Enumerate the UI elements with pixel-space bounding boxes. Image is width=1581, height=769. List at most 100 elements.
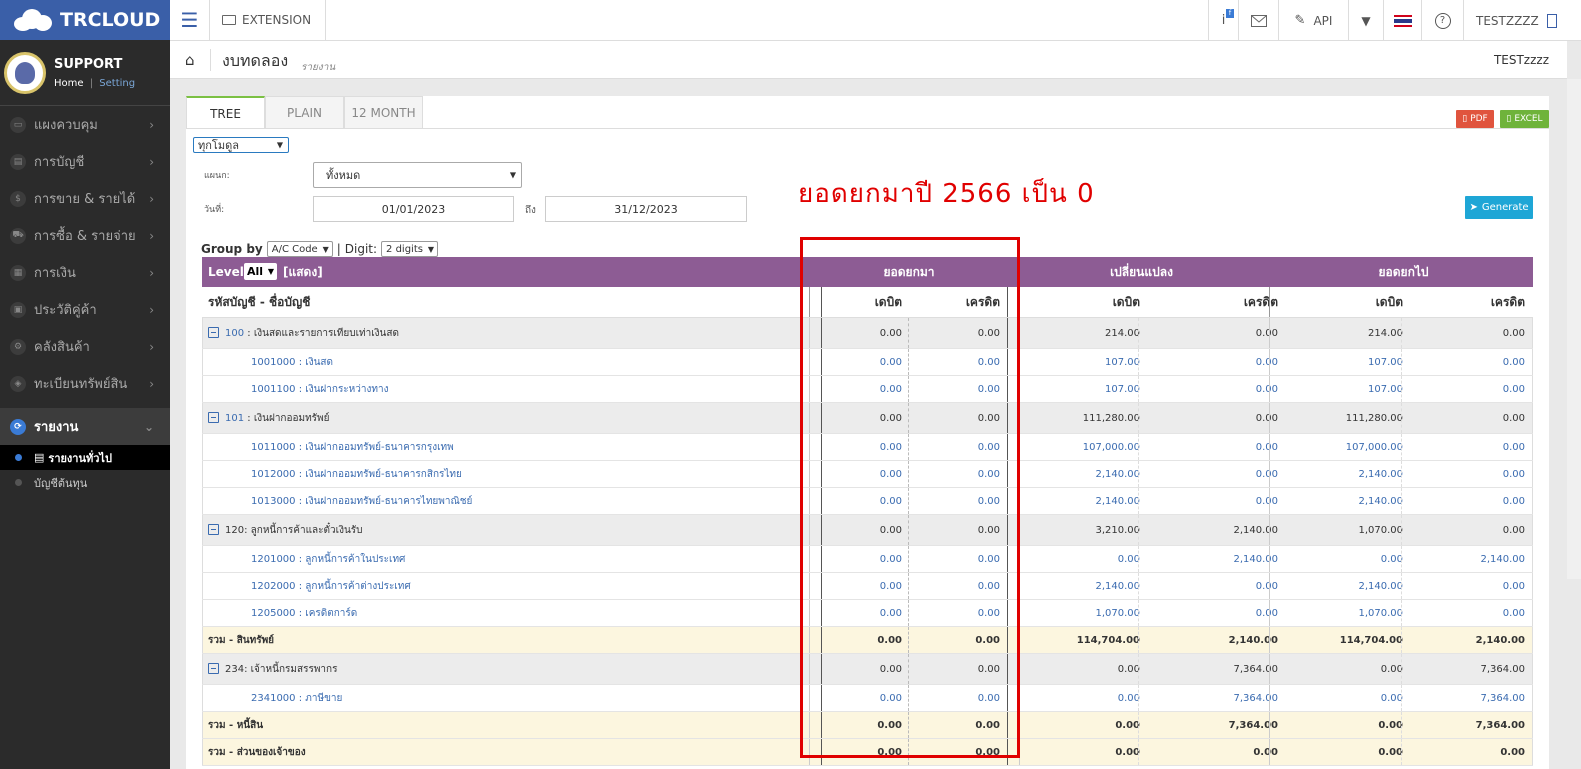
- sidebar-item[interactable]: ▤ การบัญชี ›: [0, 143, 170, 180]
- amount-cell: 107.00: [1368, 383, 1403, 395]
- amount-cell: 0.00: [1255, 412, 1278, 424]
- page-scrollbar[interactable]: [1567, 79, 1581, 579]
- generate-button[interactable]: ➤ Generate: [1465, 196, 1533, 219]
- excel-button[interactable]: ▯ EXCEL: [1500, 110, 1549, 128]
- help-icon[interactable]: ?: [1421, 0, 1463, 41]
- sidebar-item[interactable]: ▭ แผงควบคุม ›: [0, 106, 170, 143]
- amount-cell: 0.00: [1255, 383, 1278, 395]
- tab-tree[interactable]: TREE: [186, 96, 265, 129]
- amount-cell: 107,000.00: [1345, 441, 1403, 453]
- menu-icon: ▭: [10, 116, 26, 133]
- account-code[interactable]: 1012000: [251, 469, 296, 480]
- plug-icon: ✎: [1294, 13, 1306, 28]
- annotation-text: ยอดยกมาปี 2566 เป็น 0: [798, 179, 1095, 209]
- account-cell: 1001000 : เงินสด: [251, 355, 333, 370]
- amount-cell: 214.00: [1105, 327, 1140, 339]
- account-name: : ภาษีขาย: [295, 692, 343, 704]
- tab-12-month[interactable]: 12 MONTH: [344, 96, 423, 129]
- account-cell: 100 : เงินสดและรายการเทียบเท่าเงินสด: [208, 326, 399, 341]
- home-icon[interactable]: ⌂: [185, 51, 195, 69]
- hamburger-menu-icon[interactable]: ☰: [170, 0, 210, 41]
- api-button[interactable]: ✎ API: [1278, 0, 1348, 41]
- amount-cell: 1,070.00: [1358, 524, 1403, 536]
- info-button[interactable]: i f: [1208, 0, 1238, 41]
- account-code[interactable]: 1201000: [251, 554, 296, 565]
- amount-cell: 107.00: [1105, 383, 1140, 395]
- collapse-icon[interactable]: [208, 524, 219, 535]
- group-by-select[interactable]: A/C Code ▼: [266, 241, 333, 257]
- sidebar-item[interactable]: ⛟ การซื้อ & รายจ่าย ›: [0, 217, 170, 254]
- group-by-bar: Group by A/C Code ▼ | Digit: 2 digits ▼: [201, 241, 442, 257]
- page-title: งบทดลอง: [222, 51, 289, 70]
- account-code[interactable]: 1013000: [251, 496, 296, 507]
- info-icon: i: [1221, 13, 1226, 28]
- sidebar-subitem[interactable]: บัญชีต้นทุน: [0, 470, 170, 495]
- amount-cell: 0.00: [1502, 468, 1525, 480]
- mail-icon[interactable]: [1238, 0, 1278, 41]
- sidebar-item[interactable]: ▦ การเงิน ›: [0, 254, 170, 291]
- sidebar-item[interactable]: $ การขาย & รายได้ ›: [0, 180, 170, 217]
- amount-cell: 0.00: [1255, 580, 1278, 592]
- sidebar-item-label: การซื้อ & รายจ่าย: [34, 229, 136, 244]
- tab-plain[interactable]: PLAIN: [265, 96, 344, 129]
- department-value: ทั้งหมด: [326, 169, 361, 182]
- account-cell: 1001100 : เงินฝากระหว่างทาง: [251, 382, 388, 397]
- account-code[interactable]: 1001100: [251, 384, 296, 395]
- show-link[interactable]: [แสดง]: [283, 263, 323, 282]
- profile-panel: SUPPORT Home | Setting: [0, 40, 170, 106]
- sidebar-subitem[interactable]: ▤ รายงานทั่วไป: [0, 445, 170, 470]
- account-code[interactable]: 101: [225, 413, 244, 424]
- account-name: 234: เจ้าหนี้กรมสรรพากร: [225, 663, 338, 675]
- account-code[interactable]: 100: [225, 328, 244, 339]
- app-logo[interactable]: TRCLOUD: [0, 0, 170, 40]
- extension-button[interactable]: EXTENSION: [210, 0, 327, 41]
- collapse-icon[interactable]: [208, 327, 219, 338]
- menu-icon: ⛟: [10, 227, 26, 244]
- collapse-icon[interactable]: [208, 663, 219, 674]
- amount-cell: 2,140.00: [1475, 634, 1525, 646]
- date-from-input[interactable]: 01/01/2023: [313, 196, 514, 222]
- menu-icon: ▣: [10, 301, 26, 318]
- department-select[interactable]: ทั้งหมด ▼: [313, 162, 522, 188]
- debit-header: เดบิต: [1375, 294, 1403, 309]
- chevron-right-icon: ›: [149, 376, 154, 391]
- sidebar-item[interactable]: ⚙ คลังสินค้า ›: [0, 328, 170, 365]
- level-select[interactable]: All ▼: [244, 263, 278, 280]
- amount-cell: 0.00: [1255, 468, 1278, 480]
- amount-cell: 0.00: [1115, 746, 1140, 758]
- send-icon: ➤: [1469, 202, 1478, 213]
- amount-cell: 2,140.00: [1358, 495, 1403, 507]
- chevron-down-icon: ▼: [509, 170, 516, 180]
- sidebar-item-report[interactable]: ⟳ รายงาน ⌄: [0, 408, 170, 445]
- amount-cell: 0.00: [1380, 663, 1403, 675]
- module-select[interactable]: ทุกโมดูล ▼: [193, 137, 289, 153]
- thai-flag-icon[interactable]: [1383, 0, 1421, 41]
- account-code[interactable]: 2341000: [251, 693, 296, 704]
- digit-select[interactable]: 2 digits ▼: [381, 241, 438, 257]
- sidebar-item[interactable]: ▣ ประวัติคู่ค้า ›: [0, 291, 170, 328]
- account-name: : ลูกหนี้การค้าต่างประเทศ: [295, 580, 411, 592]
- amount-cell: 114,704.00: [1339, 634, 1403, 646]
- avatar[interactable]: [4, 51, 46, 94]
- account-code[interactable]: 1205000: [251, 608, 296, 619]
- pdf-button[interactable]: ▯ PDF: [1456, 110, 1494, 128]
- caret-down-icon[interactable]: ▼: [1348, 0, 1383, 41]
- account-code[interactable]: 1011000: [251, 442, 296, 453]
- account-cell: 1202000 : ลูกหนี้การค้าต่างประเทศ: [251, 579, 411, 594]
- date-to-input[interactable]: 31/12/2023: [545, 196, 747, 222]
- collapse-icon[interactable]: [208, 412, 219, 423]
- home-link[interactable]: Home: [54, 78, 84, 89]
- account-code[interactable]: 1001000: [251, 357, 296, 368]
- amount-cell: 114,704.00: [1076, 634, 1140, 646]
- level-label: Level:: [208, 265, 249, 279]
- chevron-right-icon: ›: [149, 154, 154, 169]
- chevron-down-icon: ▼: [276, 140, 283, 150]
- user-menu[interactable]: TESTZZZZ: [1463, 0, 1566, 41]
- account-code[interactable]: 1202000: [251, 581, 296, 592]
- sidebar-item[interactable]: ◈ ทะเบียนทรัพย์สิน ›: [0, 365, 170, 402]
- tab-divider: [186, 128, 1549, 129]
- setting-link[interactable]: Setting: [99, 78, 135, 89]
- amount-cell: 0.00: [1502, 327, 1525, 339]
- highlight-box: [800, 237, 1020, 758]
- sidebar-item-label: คลังสินค้า: [34, 340, 90, 355]
